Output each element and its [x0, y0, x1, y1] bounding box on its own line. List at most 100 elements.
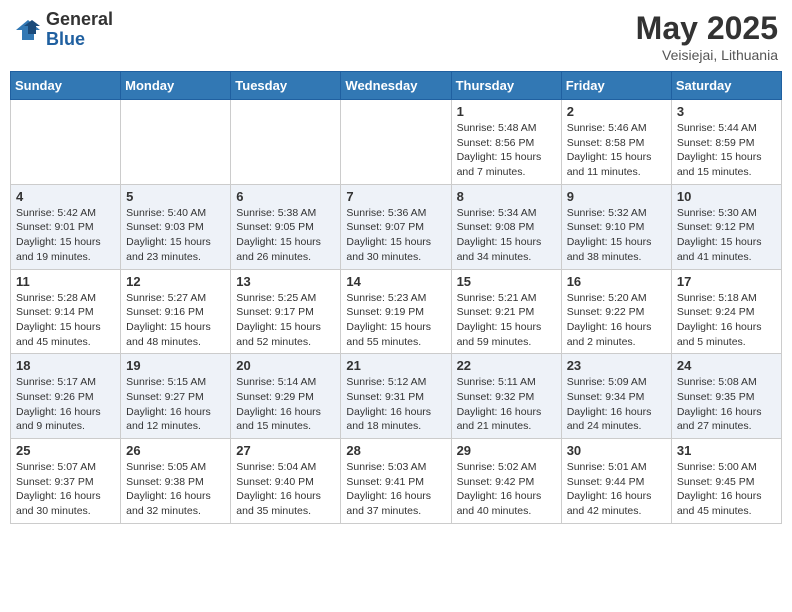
day-number: 13 [236, 274, 335, 289]
calendar-title: May 2025 [636, 10, 778, 47]
col-friday: Friday [561, 72, 671, 100]
cell-w3-d2: 12 Sunrise: 5:27 AMSunset: 9:16 PMDayligh… [121, 269, 231, 354]
logo-icon [14, 16, 42, 44]
day-number: 29 [457, 443, 556, 458]
day-info: Sunrise: 5:01 AMSunset: 9:44 PMDaylight:… [567, 460, 666, 519]
col-sunday: Sunday [11, 72, 121, 100]
cell-w4-d4: 21Sunrise: 5:12 AMSunset: 9:31 PMDayligh… [341, 354, 451, 439]
day-number: 21 [346, 358, 445, 373]
col-thursday: Thursday [451, 72, 561, 100]
calendar-subtitle: Veisiejai, Lithuania [636, 47, 778, 63]
day-info: Sunrise: 5:08 AMSunset: 9:35 PMDaylight:… [677, 375, 776, 434]
cell-w4-d7: 24 Sunrise: 5:08 AMSunset: 9:35 PMDayligh… [671, 354, 781, 439]
cell-w2-d4: 7Sunrise: 5:36 AMSunset: 9:07 PMDaylight… [341, 184, 451, 269]
day-info: Sunrise: 5:42 AMSunset: 9:01 PMDaylight:… [16, 206, 115, 265]
cell-w4-d5: 22 Sunrise: 5:11 AMSunset: 9:32 PMDayligh… [451, 354, 561, 439]
day-info: Sunrise: 5:18 AMSunset: 9:24 PMDaylight:… [677, 291, 776, 350]
day-info: Sunrise: 5:27 AMSunset: 9:16 PMDaylight:… [126, 291, 225, 350]
day-info: Sunrise: 5:23 AMSunset: 9:19 PMDaylight:… [346, 291, 445, 350]
day-number: 19 [126, 358, 225, 373]
cell-w3-d5: 15 Sunrise: 5:21 AMSunset: 9:21 PMDayligh… [451, 269, 561, 354]
day-number: 18 [16, 358, 115, 373]
day-info: Sunrise: 5:15 AMSunset: 9:27 PMDaylight:… [126, 375, 225, 434]
logo-text: General Blue [46, 10, 113, 50]
day-number: 14 [346, 274, 445, 289]
day-number: 2 [567, 104, 666, 119]
day-number: 3 [677, 104, 776, 119]
day-info: Sunrise: 5:44 AMSunset: 8:59 PMDaylight:… [677, 121, 776, 180]
header-row: Sunday Monday Tuesday Wednesday Thursday… [11, 72, 782, 100]
cell-w1-d5: 1 Sunrise: 5:48 AMSunset: 8:56 PMDaylight… [451, 100, 561, 185]
day-number: 24 [677, 358, 776, 373]
cell-w5-d4: 28 Sunrise: 5:03 AMSunset: 9:41 PMDayligh… [341, 439, 451, 524]
cell-w5-d6: 30 Sunrise: 5:01 AMSunset: 9:44 PMDayligh… [561, 439, 671, 524]
cell-w4-d2: 19 Sunrise: 5:15 AMSunset: 9:27 PMDayligh… [121, 354, 231, 439]
day-info: Sunrise: 5:11 AMSunset: 9:32 PMDaylight:… [457, 375, 556, 434]
day-info: Sunrise: 5:40 AMSunset: 9:03 PMDaylight:… [126, 206, 225, 265]
cell-w2-d5: 8Sunrise: 5:34 AMSunset: 9:08 PMDaylight… [451, 184, 561, 269]
day-info: Sunrise: 5:02 AMSunset: 9:42 PMDaylight:… [457, 460, 556, 519]
week-row-2: 4 Sunrise: 5:42 AMSunset: 9:01 PMDaylight… [11, 184, 782, 269]
day-number: 5 [126, 189, 225, 204]
day-number: 22 [457, 358, 556, 373]
cell-w1-d6: 2 Sunrise: 5:46 AMSunset: 8:58 PMDaylight… [561, 100, 671, 185]
day-info: Sunrise: 5:21 AMSunset: 9:21 PMDaylight:… [457, 291, 556, 350]
week-row-1: 1 Sunrise: 5:48 AMSunset: 8:56 PMDaylight… [11, 100, 782, 185]
day-number: 9 [567, 189, 666, 204]
day-info: Sunrise: 5:05 AMSunset: 9:38 PMDaylight:… [126, 460, 225, 519]
day-number: 4 [16, 189, 115, 204]
logo: General Blue [14, 10, 113, 50]
day-number: 1 [457, 104, 556, 119]
day-info: Sunrise: 5:28 AMSunset: 9:14 PMDaylight:… [16, 291, 115, 350]
cell-w2-d1: 4 Sunrise: 5:42 AMSunset: 9:01 PMDaylight… [11, 184, 121, 269]
cell-w5-d5: 29 Sunrise: 5:02 AMSunset: 9:42 PMDayligh… [451, 439, 561, 524]
cell-w1-d2 [121, 100, 231, 185]
cell-w1-d7: 3 Sunrise: 5:44 AMSunset: 8:59 PMDaylight… [671, 100, 781, 185]
day-number: 23 [567, 358, 666, 373]
day-info: Sunrise: 5:32 AMSunset: 9:10 PMDaylight:… [567, 206, 666, 265]
cell-w1-d1 [11, 100, 121, 185]
calendar-table: Sunday Monday Tuesday Wednesday Thursday… [10, 71, 782, 524]
day-info: Sunrise: 5:25 AMSunset: 9:17 PMDaylight:… [236, 291, 335, 350]
cell-w1-d4 [341, 100, 451, 185]
day-number: 6 [236, 189, 335, 204]
day-info: Sunrise: 5:09 AMSunset: 9:34 PMDaylight:… [567, 375, 666, 434]
day-info: Sunrise: 5:03 AMSunset: 9:41 PMDaylight:… [346, 460, 445, 519]
day-info: Sunrise: 5:46 AMSunset: 8:58 PMDaylight:… [567, 121, 666, 180]
day-number: 16 [567, 274, 666, 289]
day-info: Sunrise: 5:00 AMSunset: 9:45 PMDaylight:… [677, 460, 776, 519]
day-number: 10 [677, 189, 776, 204]
col-monday: Monday [121, 72, 231, 100]
day-number: 30 [567, 443, 666, 458]
day-number: 12 [126, 274, 225, 289]
day-info: Sunrise: 5:36 AMSunset: 9:07 PMDaylight:… [346, 206, 445, 265]
cell-w2-d3: 6Sunrise: 5:38 AMSunset: 9:05 PMDaylight… [231, 184, 341, 269]
cell-w4-d1: 18 Sunrise: 5:17 AMSunset: 9:26 PMDayligh… [11, 354, 121, 439]
page-header: General Blue May 2025 Veisiejai, Lithuan… [10, 10, 782, 63]
calendar-page: General Blue May 2025 Veisiejai, Lithuan… [0, 0, 792, 534]
cell-w2-d6: 9 Sunrise: 5:32 AMSunset: 9:10 PMDaylight… [561, 184, 671, 269]
day-info: Sunrise: 5:14 AMSunset: 9:29 PMDaylight:… [236, 375, 335, 434]
day-info: Sunrise: 5:17 AMSunset: 9:26 PMDaylight:… [16, 375, 115, 434]
cell-w5-d7: 31Sunrise: 5:00 AMSunset: 9:45 PMDayligh… [671, 439, 781, 524]
day-info: Sunrise: 5:20 AMSunset: 9:22 PMDaylight:… [567, 291, 666, 350]
day-number: 20 [236, 358, 335, 373]
col-wednesday: Wednesday [341, 72, 451, 100]
day-number: 11 [16, 274, 115, 289]
cell-w3-d4: 14 Sunrise: 5:23 AMSunset: 9:19 PMDayligh… [341, 269, 451, 354]
logo-general: General [46, 10, 113, 30]
day-number: 28 [346, 443, 445, 458]
cell-w3-d6: 16 Sunrise: 5:20 AMSunset: 9:22 PMDayligh… [561, 269, 671, 354]
day-info: Sunrise: 5:04 AMSunset: 9:40 PMDaylight:… [236, 460, 335, 519]
day-number: 17 [677, 274, 776, 289]
logo-blue: Blue [46, 30, 113, 50]
title-block: May 2025 Veisiejai, Lithuania [636, 10, 778, 63]
day-number: 15 [457, 274, 556, 289]
day-info: Sunrise: 5:48 AMSunset: 8:56 PMDaylight:… [457, 121, 556, 180]
day-info: Sunrise: 5:30 AMSunset: 9:12 PMDaylight:… [677, 206, 776, 265]
day-number: 26 [126, 443, 225, 458]
cell-w5-d2: 26 Sunrise: 5:05 AMSunset: 9:38 PMDayligh… [121, 439, 231, 524]
day-number: 27 [236, 443, 335, 458]
col-tuesday: Tuesday [231, 72, 341, 100]
cell-w2-d2: 5 Sunrise: 5:40 AMSunset: 9:03 PMDaylight… [121, 184, 231, 269]
